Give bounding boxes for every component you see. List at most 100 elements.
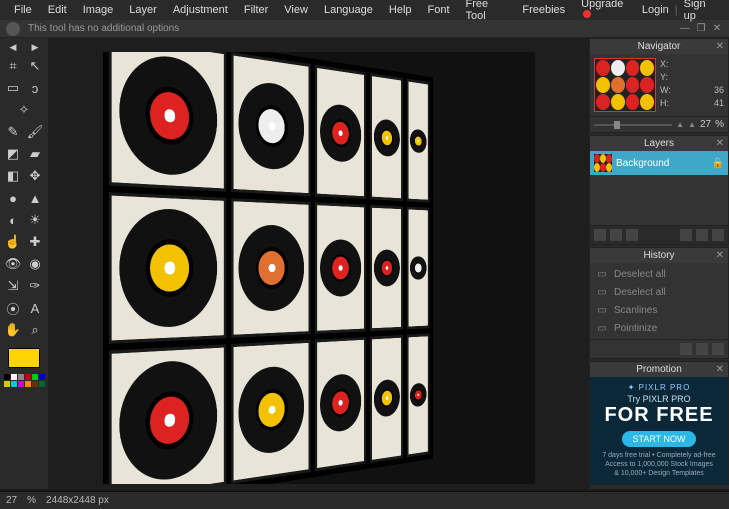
palette-swatch[interactable]: [11, 381, 17, 387]
drawing-tool[interactable]: ✑: [25, 276, 45, 296]
palette-swatch[interactable]: [18, 374, 24, 380]
color-palette[interactable]: [4, 374, 45, 387]
layer-row-background[interactable]: Background 🔒: [590, 151, 728, 175]
menu-freetool[interactable]: Free Tool: [458, 0, 515, 22]
layer-thumbnail: [594, 154, 612, 172]
menu-bar: File Edit Image Layer Adjustment Filter …: [0, 0, 729, 20]
pencil-tool[interactable]: ✎: [3, 122, 23, 142]
redeye-tool[interactable]: ◉: [25, 254, 45, 274]
promotion-close-icon[interactable]: ✕: [716, 364, 724, 375]
close-icon[interactable]: ✕: [711, 23, 723, 35]
menu-layer[interactable]: Layer: [121, 4, 165, 16]
toolbox-collapse-right-icon[interactable]: ▶: [32, 42, 39, 54]
canvas[interactable]: [103, 52, 535, 484]
blur-tool[interactable]: ●: [3, 188, 23, 208]
pinch-tool[interactable]: ⇲: [3, 276, 23, 296]
navigator-thumbnail[interactable]: [594, 58, 656, 112]
zoom-out-icon[interactable]: ▲: [676, 120, 684, 129]
history-item[interactable]: ▭Pointinize: [590, 319, 728, 337]
promotion-title: Promotion: [636, 364, 682, 375]
history-item[interactable]: ▭Scanlines: [590, 301, 728, 319]
layers-panel: Layers✕ Background 🔒: [589, 135, 729, 245]
history-delete-icon[interactable]: [712, 343, 724, 355]
zoom-value: 27: [700, 119, 711, 130]
zoom-tool[interactable]: ⌕: [25, 320, 45, 340]
restore-icon[interactable]: ❐: [695, 23, 707, 35]
menu-view[interactable]: View: [276, 4, 316, 16]
layer-style-icon[interactable]: [626, 229, 638, 241]
color-swatch[interactable]: [8, 348, 40, 368]
menu-image[interactable]: Image: [75, 4, 122, 16]
layer-duplicate-icon[interactable]: [696, 229, 708, 241]
navigator-panel: Navigator✕ X: Y: W:36 H:41 ▲ ▲ 27: [589, 38, 729, 133]
history-undo-icon[interactable]: [680, 343, 692, 355]
history-redo-icon[interactable]: [696, 343, 708, 355]
layer-new-icon[interactable]: [680, 229, 692, 241]
eraser-tool[interactable]: ◩: [3, 144, 23, 164]
gradient-tool[interactable]: ◧: [3, 166, 23, 186]
menu-upgrade[interactable]: Upgrade: [573, 0, 636, 22]
promo-cta-button[interactable]: START NOW: [622, 431, 695, 447]
menu-edit[interactable]: Edit: [40, 4, 75, 16]
smudge-tool[interactable]: ☝: [3, 232, 23, 252]
crop-tool[interactable]: ⌗: [3, 56, 23, 76]
marquee-tool[interactable]: ▭: [3, 78, 23, 98]
menu-adjustment[interactable]: Adjustment: [165, 4, 236, 16]
history-close-icon[interactable]: ✕: [716, 250, 724, 261]
type-tool[interactable]: A: [25, 298, 45, 318]
history-step-icon: ▭: [596, 286, 608, 298]
palette-swatch[interactable]: [18, 381, 24, 387]
zoom-slider[interactable]: [594, 124, 672, 126]
menu-language[interactable]: Language: [316, 4, 381, 16]
sharpen-tool[interactable]: ▲: [25, 188, 45, 208]
history-item[interactable]: ▭Deselect all: [590, 265, 728, 283]
current-tool-icon: [6, 22, 20, 36]
minimize-icon[interactable]: —: [679, 23, 691, 35]
layer-delete-icon[interactable]: [712, 229, 724, 241]
toolbox-collapse-left-icon[interactable]: ◀: [10, 42, 17, 54]
layer-name: Background: [616, 158, 669, 169]
dodge-tool[interactable]: ☀: [25, 210, 45, 230]
layer-mask-icon[interactable]: [610, 229, 622, 241]
history-item[interactable]: ▭Deselect all: [590, 283, 728, 301]
wand-tool[interactable]: ✧: [14, 100, 34, 120]
hand-tool[interactable]: ✋: [3, 320, 23, 340]
layers-close-icon[interactable]: ✕: [716, 138, 724, 149]
status-dimensions: 2448x2448 px: [46, 495, 109, 506]
nav-w-value: 36: [714, 84, 724, 97]
sponge-tool[interactable]: ◐: [3, 210, 23, 230]
promo-headline: FOR FREE: [596, 404, 722, 427]
promo-logo: ✦ PIXLR PRO: [596, 383, 722, 392]
menu-font[interactable]: Font: [420, 4, 458, 16]
options-text: This tool has no additional options: [28, 23, 179, 34]
palette-swatch[interactable]: [32, 381, 38, 387]
bucket-tool[interactable]: ▰: [25, 144, 45, 164]
palette-swatch[interactable]: [25, 381, 31, 387]
panels: Navigator✕ X: Y: W:36 H:41 ▲ ▲ 27: [589, 38, 729, 489]
navigator-close-icon[interactable]: ✕: [716, 41, 724, 52]
menu-filter[interactable]: Filter: [236, 4, 276, 16]
palette-swatch[interactable]: [11, 374, 17, 380]
palette-swatch[interactable]: [4, 374, 10, 380]
palette-swatch[interactable]: [4, 381, 10, 387]
lock-icon[interactable]: 🔒: [712, 158, 724, 169]
login-link[interactable]: Login: [636, 4, 675, 16]
palette-swatch[interactable]: [39, 381, 45, 387]
heal-tool[interactable]: ✚: [25, 232, 45, 252]
zoom-in-icon[interactable]: ▲: [688, 120, 696, 129]
lasso-tool[interactable]: ɔ: [25, 78, 45, 98]
brush-tool[interactable]: 🖌: [25, 122, 45, 142]
eye-tool[interactable]: 👁: [3, 254, 23, 274]
palette-swatch[interactable]: [32, 374, 38, 380]
colorpicker-tool[interactable]: ⦿: [3, 298, 23, 318]
menu-freebies[interactable]: Freebies: [514, 4, 573, 16]
menu-help[interactable]: Help: [381, 4, 420, 16]
layer-opacity-icon[interactable]: [594, 229, 606, 241]
move-tool[interactable]: ↖: [25, 56, 45, 76]
palette-swatch[interactable]: [25, 374, 31, 380]
signup-link[interactable]: Sign up: [678, 0, 723, 22]
clone-tool[interactable]: ✥: [25, 166, 45, 186]
palette-swatch[interactable]: [39, 374, 45, 380]
menu-file[interactable]: File: [6, 4, 40, 16]
history-panel: History✕ ▭Deselect all ▭Deselect all ▭Sc…: [589, 247, 729, 359]
